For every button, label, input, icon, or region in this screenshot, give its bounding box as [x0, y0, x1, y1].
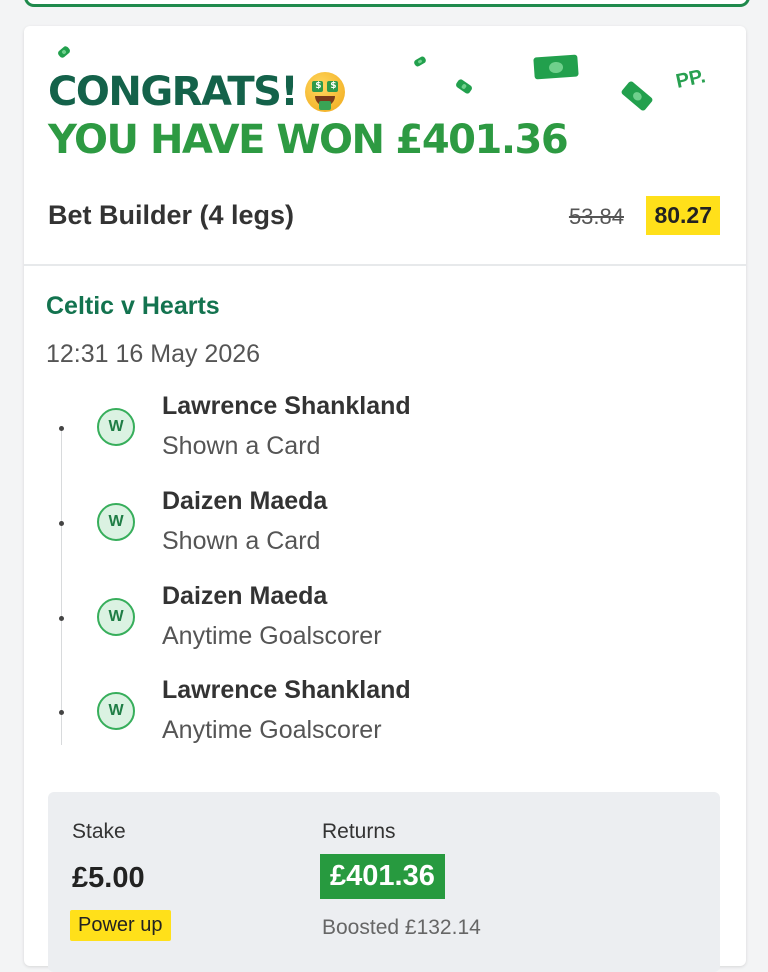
win-result-icon: W	[97, 503, 135, 541]
leg-market: Shown a Card	[162, 432, 321, 460]
bet-summary-row: Bet Builder (4 legs) 53.84 80.27	[48, 194, 720, 238]
congrats-heading: CONGRATS! $ $	[48, 68, 346, 116]
leg-bullet	[59, 521, 64, 526]
original-odds: 53.84	[568, 204, 624, 229]
boosted-amount: Boosted £132.14	[322, 916, 481, 939]
money-mouth-face-icon: $ $	[305, 72, 346, 112]
leg-bullet	[59, 710, 64, 715]
stake-label: Stake	[72, 820, 126, 843]
stake-value: £5.00	[72, 862, 145, 894]
money-note-icon	[620, 80, 654, 112]
event-datetime: 12:31 16 May 2026	[46, 340, 261, 368]
money-note-icon	[454, 78, 474, 95]
money-note-icon	[56, 45, 72, 59]
leg-market: Anytime Goalscorer	[162, 622, 382, 650]
win-banner: CONGRATS! $ $ YOU HAVE WON £401.36 PP. Bet…	[24, 26, 746, 264]
bet-type-title: Bet Builder (4 legs)	[48, 200, 295, 230]
bet-leg: W Lawrence Shankland Anytime Goalscorer	[54, 676, 694, 756]
divider	[24, 264, 746, 266]
leg-bullet	[59, 426, 64, 431]
boosted-odds-badge: 80.27	[646, 196, 720, 235]
leg-bullet	[59, 616, 64, 621]
stake-returns-panel: Stake Returns £5.00 £401.36 Power up Boo…	[48, 792, 720, 972]
returns-label: Returns	[322, 820, 396, 843]
power-up-badge: Power up	[70, 910, 171, 941]
win-result-icon: W	[97, 598, 135, 636]
bet-leg: W Daizen Maeda Shown a Card	[54, 487, 694, 567]
bet-leg: W Daizen Maeda Anytime Goalscorer	[54, 582, 694, 662]
returns-value-badge: £401.36	[320, 854, 445, 899]
leg-market: Anytime Goalscorer	[162, 716, 382, 744]
brand-mark: PP.	[673, 65, 708, 93]
bet-result-card: CONGRATS! $ $ YOU HAVE WON £401.36 PP. Bet…	[24, 26, 746, 972]
congrats-text: CONGRATS!	[48, 69, 299, 115]
bet-leg: W Lawrence Shankland Shown a Card	[54, 392, 694, 472]
money-note-icon	[413, 55, 427, 68]
leg-market: Shown a Card	[162, 527, 321, 555]
event-name[interactable]: Celtic v Hearts	[46, 292, 220, 321]
won-text: YOU HAVE WON	[48, 117, 385, 163]
leg-selection: Lawrence Shankland	[162, 392, 411, 420]
leg-selection: Lawrence Shankland	[162, 676, 411, 704]
money-note-icon	[533, 54, 579, 80]
leg-selection: Daizen Maeda	[162, 582, 328, 610]
previous-card-edge	[24, 0, 750, 7]
leg-selection: Daizen Maeda	[162, 487, 328, 515]
won-amount: £401.36	[395, 117, 568, 163]
winnings-heading: YOU HAVE WON £401.36	[48, 116, 569, 164]
win-result-icon: W	[97, 692, 135, 730]
win-result-icon: W	[97, 408, 135, 446]
